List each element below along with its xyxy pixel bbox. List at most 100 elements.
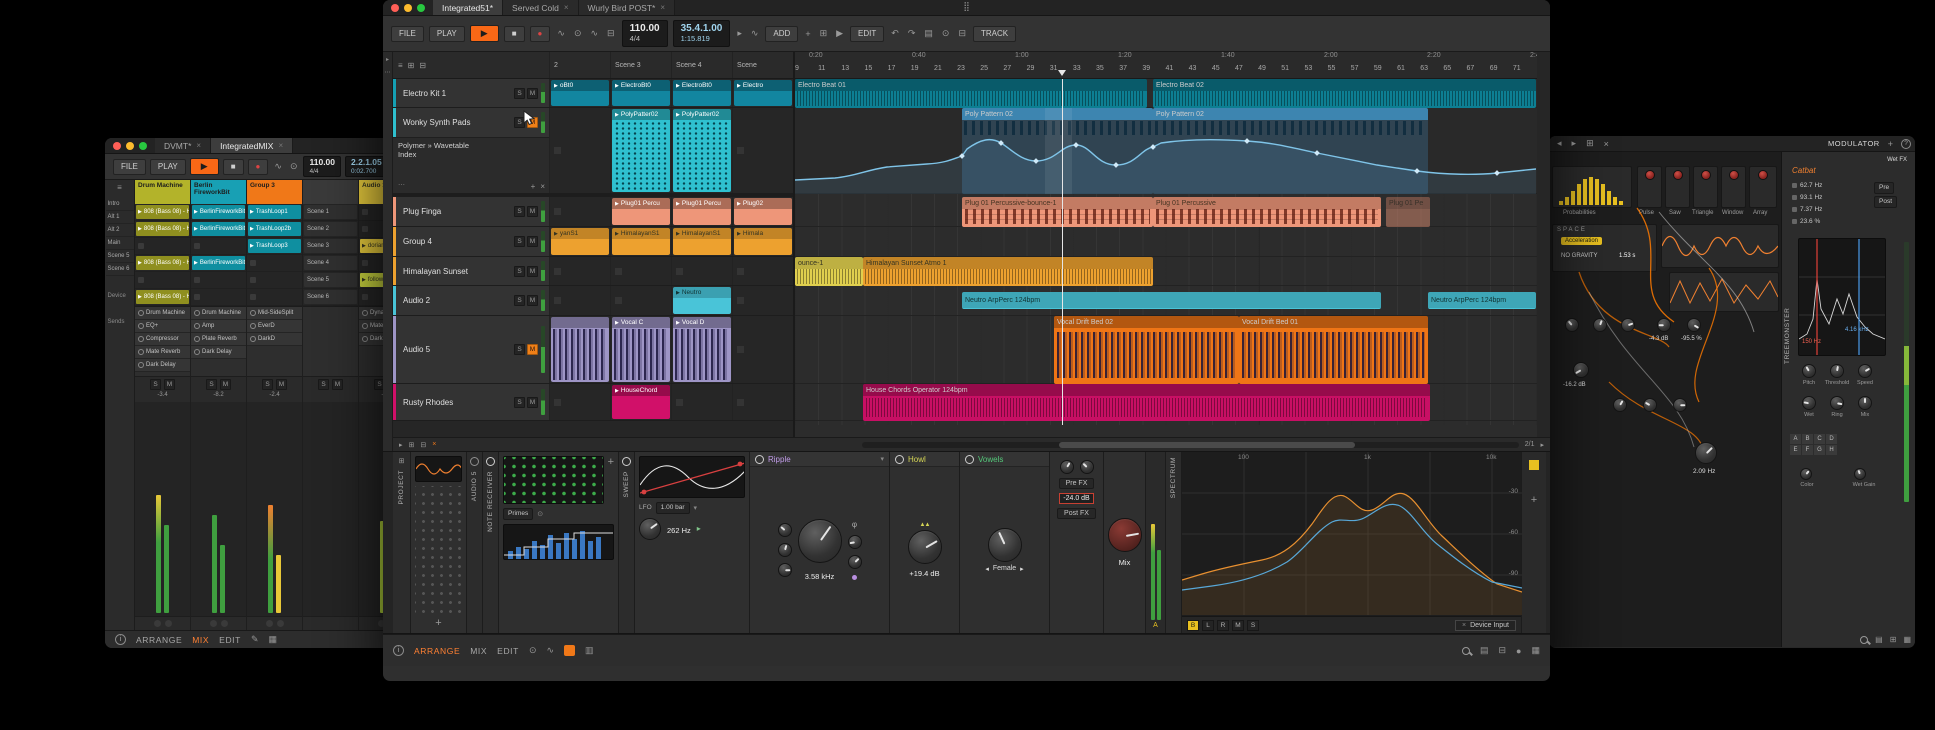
menu-icon[interactable]: ≡ (117, 183, 122, 192)
channel-button[interactable]: R (1217, 620, 1229, 631)
knob[interactable] (1729, 170, 1739, 180)
mix-knob[interactable] (1858, 396, 1872, 410)
follow-icon[interactable]: ▸ (735, 28, 744, 39)
loop-icon[interactable]: ∿ (272, 161, 284, 172)
wet-fx-label[interactable]: Wet FX (1887, 157, 1907, 163)
clip[interactable]: ▶808 (Bass 08) - H5 (136, 256, 189, 270)
dashboard-icon[interactable]: ⣿ (963, 1, 970, 12)
param-row[interactable]: 23.6 % (1792, 218, 1820, 225)
power-button[interactable] (895, 455, 904, 464)
add-button[interactable]: ADD (765, 26, 798, 42)
note-receiver-body[interactable]: + Primes⊙ (499, 452, 619, 633)
solo-button[interactable]: S (318, 379, 329, 390)
layer-letter[interactable]: A (1790, 434, 1801, 444)
collapse-icon[interactable]: ▸ (386, 56, 389, 63)
zoom-icon[interactable]: ▸ (1540, 441, 1544, 449)
metronome-icon[interactable]: ⊟ (605, 28, 617, 39)
track-header[interactable]: Plug Finga SM (393, 197, 549, 226)
window-module[interactable] (1721, 166, 1746, 208)
clip[interactable]: ▶HimalayanS1 (673, 228, 731, 255)
back-icon[interactable]: ◂ (1555, 138, 1564, 149)
color-swatch[interactable] (1529, 460, 1539, 470)
device-quick-panel[interactable]: Polymer » Wavetable Index ⋯ +× (393, 137, 549, 193)
stop-slot[interactable] (138, 277, 144, 283)
param-row[interactable]: 7.37 Hz (1792, 206, 1822, 213)
mute-button[interactable]: M (220, 379, 231, 390)
mute-button[interactable]: M (527, 295, 538, 306)
acceleration-time[interactable]: 1.53 s (1619, 253, 1635, 259)
grid-knob[interactable] (1657, 318, 1671, 332)
add-device-button[interactable]: + (415, 617, 462, 629)
color-knob[interactable] (1800, 468, 1812, 480)
stop-slot[interactable] (737, 268, 744, 275)
stop-slot[interactable] (194, 294, 200, 300)
clip[interactable]: ▶Himala (734, 228, 792, 255)
stop-slot[interactable] (676, 268, 683, 275)
device-chip[interactable]: DarkD (247, 333, 302, 346)
grid-patch-editor[interactable]: Probabilities Pulse Saw Triangle Window … (1549, 152, 1782, 647)
vowel-knob[interactable] (988, 528, 1022, 562)
tab-project[interactable]: ⊞PROJECT (393, 452, 411, 633)
device-chip[interactable]: Mate Reverb (135, 346, 190, 359)
position-display[interactable]: 2.2.1.050:02.700 (345, 156, 388, 177)
forward-icon[interactable]: ▸ (1570, 138, 1579, 149)
clip[interactable]: ▶ElectroBt0 (612, 80, 670, 106)
pulse-module[interactable] (1637, 166, 1662, 208)
stop-slot[interactable] (554, 147, 561, 154)
add-modulator-icon[interactable]: + (1886, 139, 1895, 149)
pre-fx-gain[interactable]: -24.0 dB (1059, 493, 1093, 504)
track-header[interactable]: Audio 2 SM (393, 286, 549, 315)
triangle-module[interactable] (1693, 166, 1718, 208)
clip[interactable]: ▶Vocal D (673, 317, 731, 382)
stop-slot[interactable] (737, 399, 744, 406)
clip[interactable] (551, 317, 609, 382)
play-scene-icon[interactable]: ▶ (834, 28, 845, 39)
arrangement-clip[interactable]: Neutro ArpPerc 124bpm (962, 292, 1381, 309)
clip[interactable]: ▶ElectroBt0 (673, 80, 731, 106)
track-header[interactable]: Rusty Rhodes SM (393, 384, 549, 420)
power-button[interactable] (965, 455, 974, 464)
arrangement-clip[interactable]: Electro Beat 02 (1153, 79, 1536, 108)
panel-icon[interactable]: ▦ (1903, 635, 1911, 644)
ripple-knob[interactable] (778, 523, 792, 537)
add-track-icon[interactable]: + (803, 29, 812, 39)
knob[interactable] (1701, 170, 1711, 180)
mixer-icon[interactable]: ▥ (585, 645, 594, 656)
grid-icon[interactable]: ⊞ (1584, 138, 1596, 149)
gravity-mode[interactable]: NO GRAVITY (1561, 253, 1598, 259)
clip[interactable]: ▶PolyPatter02 (673, 109, 731, 192)
power-icon[interactable] (470, 457, 479, 466)
close-tab-icon[interactable]: × (196, 141, 201, 150)
grid-icon[interactable]: ▦ (1531, 645, 1540, 656)
clip[interactable]: ▶BerlinFireworkBit01 (192, 256, 245, 270)
list-view-icon[interactable]: ▤ (1875, 635, 1883, 644)
info-icon[interactable]: i (115, 634, 126, 645)
device-chip[interactable]: Plate Reverb (191, 333, 246, 346)
loop-toggle-icon[interactable]: ∿ (749, 28, 761, 39)
device-chip[interactable]: Dark Delay (191, 346, 246, 359)
solo-button[interactable]: S (206, 379, 217, 390)
tab-wurly-bird[interactable]: Wurly Bird POST*× (579, 0, 676, 15)
play-menu[interactable]: PLAY (429, 26, 465, 42)
ripple-knob[interactable] (848, 535, 862, 549)
close-icon[interactable]: × (1602, 139, 1611, 149)
device-chip[interactable]: Dark Delay (135, 359, 190, 372)
array-module[interactable] (1749, 166, 1777, 208)
stop-slot[interactable] (554, 297, 561, 304)
device-chip[interactable]: Amp (191, 320, 246, 333)
mix-column[interactable]: Mix (1104, 452, 1146, 633)
grid-knob[interactable] (1687, 318, 1701, 332)
follow-icon[interactable]: ∿ (546, 645, 554, 656)
view-tab-mix[interactable]: MIX (192, 635, 209, 645)
stop-slot[interactable] (138, 243, 144, 249)
arrangement-clip[interactable]: Electro Beat 01 (795, 79, 1147, 108)
clip[interactable]: ▶Vocal C (612, 317, 670, 382)
stop-slot[interactable] (250, 294, 256, 300)
device-chip[interactable]: EverD (247, 320, 302, 333)
window-controls[interactable] (113, 138, 147, 153)
stop-slot[interactable] (737, 346, 744, 353)
track-header[interactable]: Himalayan Sunset SM (393, 257, 549, 285)
sidebar-scene[interactable]: Alt 1 (106, 211, 134, 224)
arrangement-clip[interactable]: Plug 01 Percussive (1153, 197, 1381, 227)
clip[interactable]: ▶TrashLoop2b (248, 222, 301, 236)
